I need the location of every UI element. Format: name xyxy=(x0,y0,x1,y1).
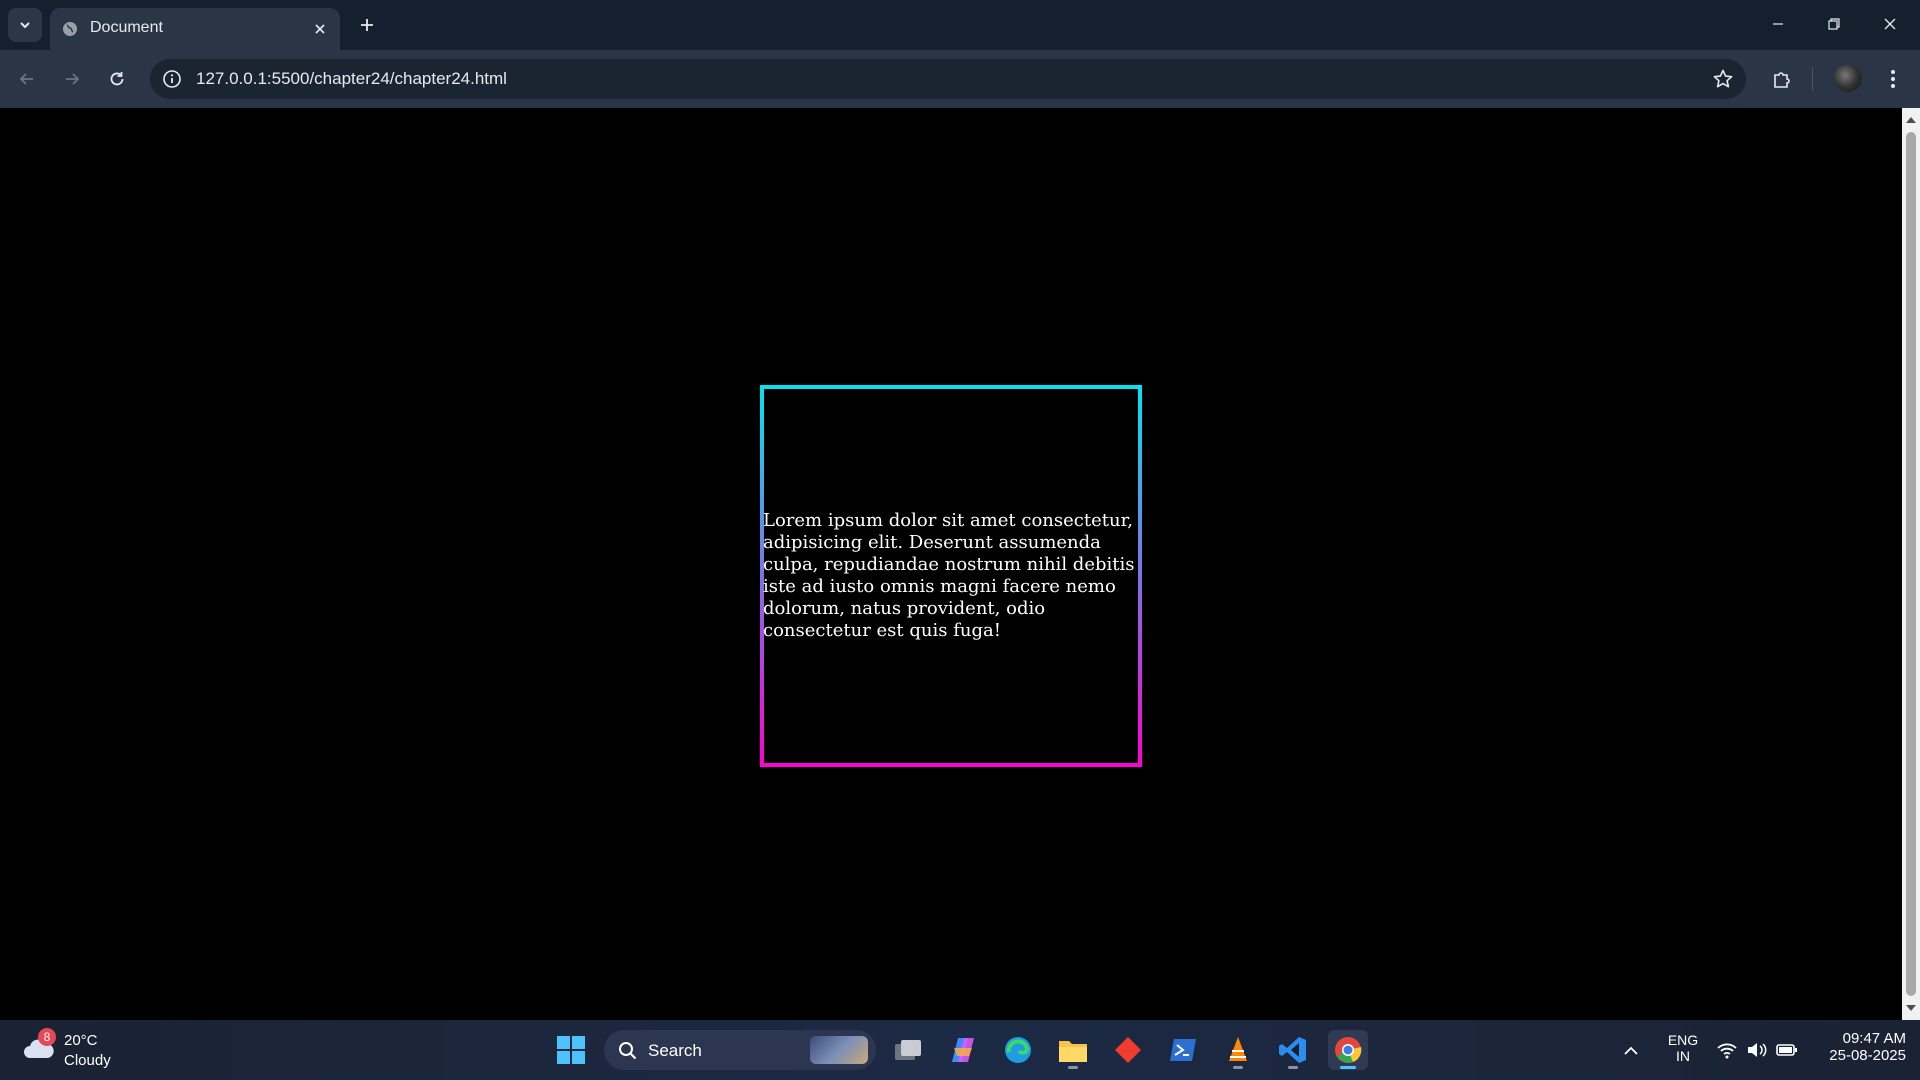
menu-button[interactable] xyxy=(1876,62,1910,96)
folder-icon xyxy=(1059,1041,1087,1062)
copilot-button[interactable] xyxy=(943,1030,983,1070)
language-indicator[interactable]: ENG IN xyxy=(1664,1032,1702,1064)
vs-code-icon xyxy=(1279,1037,1306,1063)
taskbar-search[interactable]: Search xyxy=(604,1030,876,1070)
edge-icon xyxy=(1005,1037,1031,1063)
copilot-icon xyxy=(952,1038,974,1062)
search-label: Search xyxy=(648,1041,702,1060)
scroll-down-icon[interactable] xyxy=(1905,1002,1917,1014)
profile-avatar[interactable] xyxy=(1834,64,1862,92)
scroll-thumb[interactable] xyxy=(1906,132,1916,996)
plus-icon xyxy=(361,19,373,31)
chrome-icon xyxy=(1335,1037,1362,1063)
running-indicator xyxy=(1068,1066,1078,1069)
taskbar: 8 20°C Cloudy Search ENG IN 09:47 AM 25-… xyxy=(0,1020,1920,1080)
arrow-right-icon xyxy=(66,73,80,85)
info-icon[interactable] xyxy=(162,69,182,89)
powershell-icon xyxy=(1170,1039,1196,1061)
minimize-icon xyxy=(1773,23,1783,25)
more-vertical-icon xyxy=(1891,70,1895,88)
browser-titlebar: Document xyxy=(0,0,1920,50)
url-text[interactable]: 127.0.0.1:5500/chapter24/chapter24.html xyxy=(196,69,507,89)
globe-icon xyxy=(63,22,77,36)
chevron-down-icon xyxy=(20,22,30,29)
restore-icon xyxy=(1828,18,1840,30)
toolbar-divider xyxy=(1812,67,1813,91)
restore-button[interactable] xyxy=(1806,0,1862,48)
star-icon[interactable] xyxy=(1712,68,1734,90)
chrome-button[interactable] xyxy=(1328,1030,1368,1070)
vlc-button[interactable] xyxy=(1218,1030,1258,1070)
close-tab-button[interactable] xyxy=(308,17,332,41)
tab-title: Document xyxy=(90,19,163,36)
active-indicator xyxy=(1340,1066,1356,1069)
region-code: IN xyxy=(1676,1048,1690,1064)
weather-condition: Cloudy xyxy=(64,1052,111,1069)
running-indicator xyxy=(1233,1066,1243,1069)
weather-widget[interactable]: 8 20°C Cloudy xyxy=(22,1028,142,1074)
running-indicator xyxy=(1288,1066,1298,1069)
minimize-button[interactable] xyxy=(1750,0,1806,48)
powershell-button[interactable] xyxy=(1163,1030,1203,1070)
close-icon xyxy=(315,24,325,34)
reload-button[interactable] xyxy=(100,62,134,96)
task-view-button[interactable] xyxy=(888,1030,928,1070)
git-button[interactable] xyxy=(1108,1030,1148,1070)
vlc-icon xyxy=(1229,1037,1247,1061)
weather-badge: 8 xyxy=(38,1028,56,1046)
arrow-left-icon xyxy=(19,73,33,85)
battery-icon[interactable] xyxy=(1776,1040,1798,1060)
volume-icon[interactable] xyxy=(1746,1040,1768,1060)
back-button[interactable] xyxy=(10,62,44,96)
date: 25-08-2025 xyxy=(1829,1047,1906,1064)
page-viewport: Lorem ipsum dolor sit amet consectetur, … xyxy=(0,108,1902,1020)
close-icon xyxy=(1884,18,1896,30)
time: 09:47 AM xyxy=(1842,1030,1906,1047)
close-window-button[interactable] xyxy=(1862,0,1918,48)
gradient-border-box: Lorem ipsum dolor sit amet consectetur, … xyxy=(760,385,1142,767)
scroll-up-icon[interactable] xyxy=(1905,114,1917,126)
windows-start-icon[interactable] xyxy=(556,1035,586,1065)
box-content: Lorem ipsum dolor sit amet consectetur, … xyxy=(763,389,1138,763)
git-icon xyxy=(1115,1037,1141,1063)
chevron-up-icon[interactable] xyxy=(1622,1042,1640,1060)
lorem-paragraph: Lorem ipsum dolor sit amet consectetur, … xyxy=(763,510,1135,641)
wifi-icon[interactable] xyxy=(1716,1040,1738,1060)
vs-code-button[interactable] xyxy=(1273,1030,1313,1070)
browser-toolbar: 127.0.0.1:5500/chapter24/chapter24.html xyxy=(0,50,1920,108)
clock[interactable]: 09:47 AM 25-08-2025 xyxy=(1800,1030,1906,1064)
extensions-button[interactable] xyxy=(1765,62,1799,96)
new-tab-button[interactable] xyxy=(352,10,382,40)
edge-button[interactable] xyxy=(998,1030,1038,1070)
file-explorer-button[interactable] xyxy=(1053,1030,1093,1070)
vertical-scrollbar[interactable] xyxy=(1902,108,1920,1020)
language-code: ENG xyxy=(1667,1032,1699,1048)
task-view-icon xyxy=(895,1040,921,1060)
tab-search-button[interactable] xyxy=(8,8,42,42)
temperature: 20°C xyxy=(64,1032,98,1049)
forward-button[interactable] xyxy=(55,62,89,96)
search-icon xyxy=(619,1042,637,1060)
address-bar[interactable]: 127.0.0.1:5500/chapter24/chapter24.html xyxy=(150,59,1746,99)
reload-icon xyxy=(110,72,124,86)
tab-document[interactable]: Document xyxy=(50,8,340,50)
puzzle-icon xyxy=(1774,72,1790,88)
search-highlight-image xyxy=(810,1036,868,1064)
